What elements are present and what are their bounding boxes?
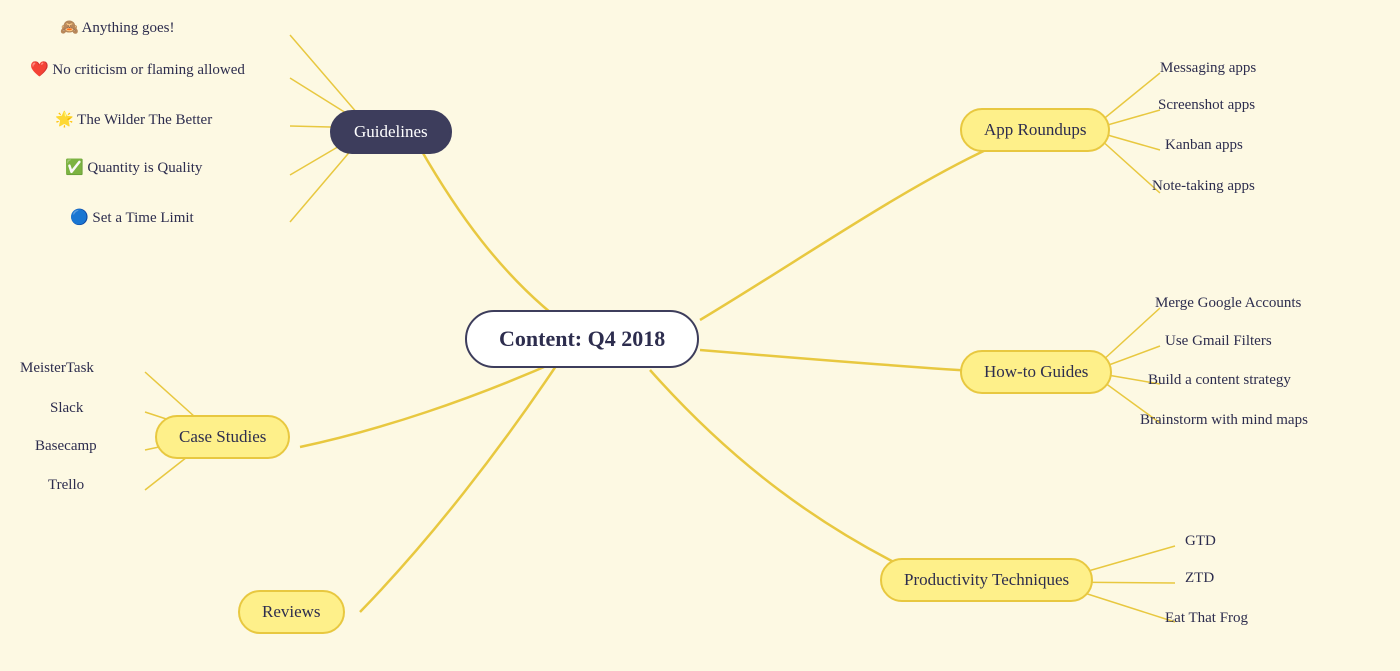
- leaf-time-limit: 🔵 Set a Time Limit: [70, 208, 194, 227]
- leaf-meistertask: MeisterTask: [20, 360, 94, 377]
- leaf-basecamp: Basecamp: [35, 438, 97, 455]
- howto-guides-label: How-to Guides: [984, 362, 1088, 382]
- reviews-branch[interactable]: Reviews: [238, 590, 345, 634]
- app-roundups-label: App Roundups: [984, 120, 1086, 140]
- guidelines-branch[interactable]: Guidelines: [330, 110, 452, 154]
- leaf-gmail-filters: Use Gmail Filters: [1165, 333, 1272, 350]
- leaf-ztd: ZTD: [1185, 570, 1214, 587]
- case-studies-branch[interactable]: Case Studies: [155, 415, 290, 459]
- howto-guides-branch[interactable]: How-to Guides: [960, 350, 1112, 394]
- leaf-wilder-better: 🌟 The Wilder The Better: [55, 110, 212, 129]
- case-studies-label: Case Studies: [179, 427, 266, 447]
- leaf-notetaking-apps: Note-taking apps: [1152, 178, 1255, 195]
- center-label: Content: Q4 2018: [499, 326, 665, 352]
- leaf-gtd: GTD: [1185, 533, 1216, 550]
- guidelines-label: Guidelines: [354, 122, 428, 142]
- center-node[interactable]: Content: Q4 2018: [465, 310, 699, 368]
- leaf-eat-that-frog: Eat That Frog: [1165, 610, 1248, 627]
- productivity-techniques-branch[interactable]: Productivity Techniques: [880, 558, 1093, 602]
- leaf-brainstorm-mindmaps: Brainstorm with mind maps: [1140, 412, 1308, 429]
- leaf-content-strategy: Build a content strategy: [1148, 372, 1291, 389]
- leaf-no-criticism: ❤️ No criticism or flaming allowed: [30, 60, 245, 79]
- leaf-kanban-apps: Kanban apps: [1165, 137, 1243, 154]
- leaf-merge-google: Merge Google Accounts: [1155, 295, 1301, 312]
- leaf-trello: Trello: [48, 477, 84, 494]
- app-roundups-branch[interactable]: App Roundups: [960, 108, 1110, 152]
- leaf-messaging-apps: Messaging apps: [1160, 60, 1256, 77]
- reviews-label: Reviews: [262, 602, 321, 622]
- productivity-label: Productivity Techniques: [904, 570, 1069, 590]
- leaf-anything-goes: 🙈 Anything goes!: [60, 18, 175, 37]
- leaf-slack: Slack: [50, 400, 83, 417]
- leaf-screenshot-apps: Screenshot apps: [1158, 97, 1255, 114]
- leaf-quantity-quality: ✅ Quantity is Quality: [65, 158, 202, 177]
